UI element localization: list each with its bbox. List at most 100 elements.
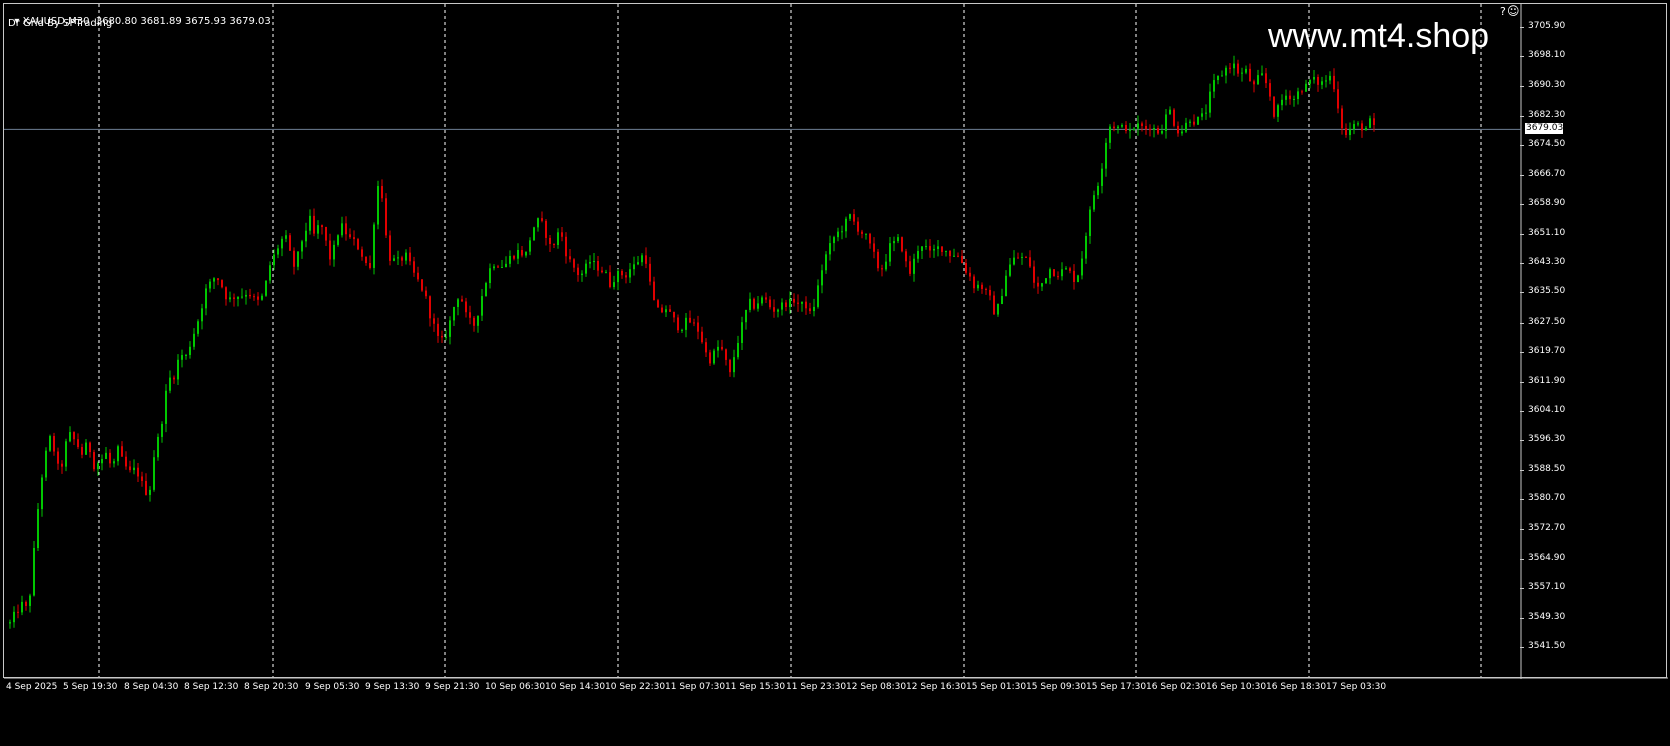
candle-body <box>705 342 707 353</box>
candle-body <box>1373 118 1375 125</box>
candle-body <box>201 308 203 322</box>
candle-body <box>1085 236 1087 259</box>
time-tick-label: 16 Sep 10:30 <box>1206 682 1267 692</box>
candle-body <box>545 220 547 238</box>
candle-body <box>577 267 579 276</box>
candle-body <box>565 236 567 257</box>
smiley-icon[interactable]: ☺ <box>1507 4 1520 18</box>
price-tick-label: 3572.70 <box>1528 523 1566 534</box>
candle-body <box>809 308 811 312</box>
price-tick-label: 3705.90 <box>1528 21 1566 31</box>
candle-body <box>369 262 371 268</box>
candle-body <box>73 432 75 440</box>
candle-body <box>589 262 591 264</box>
candle-body <box>441 335 443 338</box>
candle-body <box>837 231 839 238</box>
candle-body <box>77 439 79 448</box>
candle-body <box>805 301 807 309</box>
candle-body <box>1069 268 1071 271</box>
candle-body <box>573 259 575 268</box>
candle-body <box>13 611 15 623</box>
candle-body <box>549 237 551 245</box>
candle-body <box>733 357 735 373</box>
candle-body <box>329 240 331 260</box>
candle-body <box>865 233 867 235</box>
candle-body <box>389 235 391 261</box>
candle-body <box>1353 124 1355 130</box>
candle-body <box>205 288 207 309</box>
candle-body <box>533 227 535 241</box>
candle-body <box>345 223 347 235</box>
candle-body <box>1005 275 1007 297</box>
candle-body <box>989 289 991 296</box>
candle-body <box>957 255 959 257</box>
candle-body <box>129 466 131 471</box>
candle-body <box>841 231 843 233</box>
candle-body <box>1345 128 1347 136</box>
price-tick-label: 3588.50 <box>1528 463 1566 474</box>
candle-body <box>197 321 199 334</box>
time-tick-label: 12 Sep 08:30 <box>846 682 907 692</box>
candle-body <box>253 296 255 298</box>
price-tick-label: 3666.70 <box>1528 168 1566 179</box>
candle-body <box>773 307 775 312</box>
candle-body <box>1117 126 1119 129</box>
candle-body <box>457 299 459 307</box>
candle-body <box>289 235 291 251</box>
candle-body <box>653 281 655 301</box>
candle-body <box>101 458 103 464</box>
candle-body <box>949 250 951 257</box>
candle-body <box>89 442 91 453</box>
price-tick-label: 3564.90 <box>1528 552 1566 563</box>
candle-body <box>429 296 431 319</box>
price-tick-mark <box>1520 322 1524 324</box>
candle-body <box>1153 128 1155 130</box>
candle-body <box>1337 89 1339 109</box>
candle-body <box>569 256 571 260</box>
question-icon[interactable]: ? <box>1500 5 1506 18</box>
candle-body <box>37 509 39 548</box>
candle-body <box>965 263 967 273</box>
candle-body <box>777 309 779 312</box>
candle-body <box>121 446 123 457</box>
candle-body <box>517 250 519 259</box>
price-tick-label: 3698.10 <box>1528 50 1566 61</box>
price-tick-mark <box>1520 381 1524 383</box>
candle-body <box>645 255 647 264</box>
candle-body <box>1209 91 1211 113</box>
candle-body <box>1009 264 1011 276</box>
price-chart[interactable] <box>4 4 1668 679</box>
candle-body <box>1217 75 1219 81</box>
candle-body <box>185 354 187 356</box>
candle-body <box>537 218 539 228</box>
chart-window[interactable] <box>3 3 1668 679</box>
price-tick-mark <box>1520 204 1524 206</box>
candle-body <box>1157 128 1159 134</box>
candle-body <box>373 224 375 268</box>
candle-body <box>141 476 143 481</box>
candle-body <box>357 239 359 250</box>
time-tick-label: 12 Sep 16:30 <box>906 682 967 692</box>
candle-body <box>1241 72 1243 74</box>
time-tick-label: 15 Sep 01:30 <box>966 682 1027 692</box>
candle-body <box>961 255 963 264</box>
candle-body <box>45 450 47 478</box>
candle-body <box>1369 118 1371 128</box>
candle-body <box>445 336 447 338</box>
candle-body <box>317 225 319 234</box>
candle-body <box>229 297 231 300</box>
price-tick-mark <box>1520 499 1524 501</box>
candle-body <box>149 489 151 495</box>
price-tick-mark <box>1520 233 1524 235</box>
candle-body <box>1097 185 1099 196</box>
candle-body <box>417 272 419 280</box>
candle-body <box>257 296 259 300</box>
candle-body <box>189 346 191 355</box>
candle-body <box>17 611 19 613</box>
candle-body <box>977 284 979 289</box>
candle-body <box>301 241 303 252</box>
candle-body <box>413 261 415 273</box>
candle-body <box>601 270 603 273</box>
candle-body <box>1057 276 1059 278</box>
candle-body <box>285 235 287 239</box>
